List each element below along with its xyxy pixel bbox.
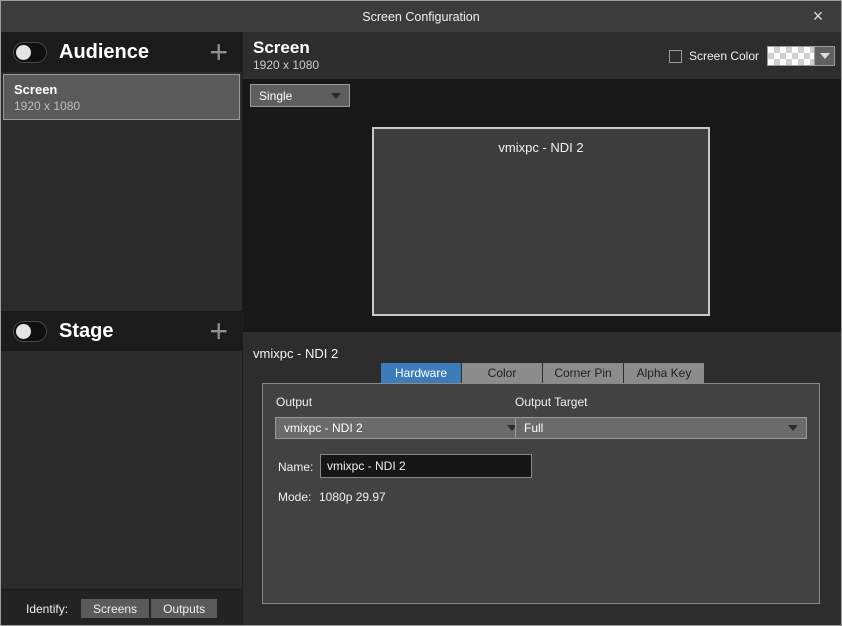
chevron-down-icon	[820, 53, 830, 59]
output-target-select[interactable]: Full	[515, 417, 807, 439]
stage-screen-list	[1, 351, 242, 589]
output-preview-label: vmixpc - NDI 2	[374, 129, 708, 155]
output-select-value: vmixpc - NDI 2	[284, 421, 507, 435]
layout-mode-value: Single	[259, 89, 331, 103]
output-settings-panel: vmixpc - NDI 2 Hardware Color Corner Pin…	[243, 332, 841, 626]
window-title: Screen Configuration	[362, 10, 479, 24]
screen-item-resolution: 1920 x 1080	[14, 99, 229, 113]
screen-item-title: Screen	[14, 82, 229, 97]
toggle-knob	[16, 45, 31, 60]
stage-toggle[interactable]	[13, 321, 47, 342]
screen-list-item[interactable]: Screen 1920 x 1080	[3, 74, 240, 120]
audience-screen-list: Screen 1920 x 1080	[1, 72, 242, 311]
hardware-settings-group: Output vmixpc - NDI 2 Output Target Full…	[262, 383, 820, 604]
screen-configuration-window: Screen Configuration × Audience + Screen…	[0, 0, 842, 626]
selected-screen-title: Screen	[253, 37, 319, 58]
chevron-down-icon	[331, 93, 341, 99]
audience-section-label: Audience	[59, 41, 149, 64]
identify-screens-button[interactable]: Screens	[81, 599, 149, 618]
add-stage-screen-icon[interactable]: +	[209, 316, 228, 346]
tab-alpha-key[interactable]: Alpha Key	[624, 363, 704, 383]
sidebar: Audience + Screen 1920 x 1080 Stage + Id…	[1, 32, 243, 626]
identify-outputs-button[interactable]: Outputs	[151, 599, 217, 618]
identify-row: Identify: Screens Outputs	[1, 589, 242, 626]
main-area: Screen 1920 x 1080 Screen Color Single	[243, 32, 841, 626]
audience-section-header: Audience +	[1, 32, 242, 72]
main-header: Screen 1920 x 1080 Screen Color	[243, 32, 841, 79]
mode-value: 1080p 29.97	[319, 490, 386, 504]
screen-color-picker[interactable]	[767, 46, 835, 66]
screen-color-checkbox[interactable]	[669, 50, 682, 63]
color-picker-arrow-button[interactable]	[814, 47, 834, 65]
audience-toggle[interactable]	[13, 42, 47, 63]
output-label: Output	[276, 395, 312, 409]
tab-color[interactable]: Color	[462, 363, 542, 383]
name-input[interactable]	[320, 454, 532, 478]
main-header-titles: Screen 1920 x 1080	[253, 37, 319, 72]
tab-hardware[interactable]: Hardware	[381, 363, 461, 383]
mode-label: Mode:	[278, 490, 311, 504]
transparent-color-swatch	[768, 47, 814, 65]
tab-corner-pin[interactable]: Corner Pin	[543, 363, 623, 383]
stage-section-header: Stage +	[1, 311, 242, 351]
stage-section-label: Stage	[59, 320, 113, 343]
toggle-knob	[16, 324, 31, 339]
settings-tabs: Hardware Color Corner Pin Alpha Key	[381, 363, 705, 383]
selected-screen-resolution: 1920 x 1080	[253, 58, 319, 72]
output-preview-box[interactable]: vmixpc - NDI 2	[372, 127, 710, 316]
add-audience-screen-icon[interactable]: +	[209, 37, 228, 67]
screen-color-label: Screen Color	[689, 49, 759, 63]
output-target-label: Output Target	[515, 395, 588, 409]
identify-label: Identify:	[26, 602, 68, 616]
screen-layout-canvas: Single vmixpc - NDI 2	[243, 79, 841, 332]
output-target-value: Full	[524, 421, 788, 435]
output-panel-title: vmixpc - NDI 2	[253, 346, 338, 361]
close-icon[interactable]: ×	[803, 1, 833, 32]
window-body: Audience + Screen 1920 x 1080 Stage + Id…	[1, 32, 841, 626]
chevron-down-icon	[788, 425, 798, 431]
layout-mode-select[interactable]: Single	[250, 84, 350, 107]
output-select[interactable]: vmixpc - NDI 2	[275, 417, 526, 439]
titlebar: Screen Configuration ×	[1, 1, 841, 32]
name-label: Name:	[278, 460, 313, 474]
screen-color-group: Screen Color	[669, 46, 835, 66]
